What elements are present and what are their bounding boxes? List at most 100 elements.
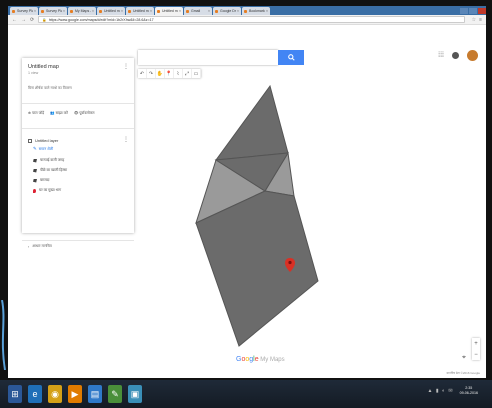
zoom-in-button[interactable]: + [474,341,478,347]
browser-window: Survey Plan - ...×Survey Plan - ...×My M… [8,6,486,378]
browser-tab[interactable]: Bookmarks × [242,7,270,15]
taskbar-app-paint[interactable]: ✎ [108,385,122,403]
layer-checkbox[interactable] [28,138,32,143]
url-input[interactable]: 🔒 https://www.google.com/maps/d/edit?mid… [38,16,465,23]
directions-icon[interactable]: ▭ [192,69,201,78]
tab-close-icon[interactable]: × [150,9,152,13]
polygon-main-house[interactable] [195,190,319,347]
tab-favicon-icon [215,9,218,13]
marker-icon [33,188,36,193]
tab-close-icon[interactable]: × [34,9,36,13]
panel-actions: ⊕ परत जोड़ें 👥 साझा करें 👁 पूर्वावलोकन [28,111,100,116]
taskbar-app-app[interactable]: ▣ [128,385,142,403]
taskbar-app-media[interactable]: ▶ [68,385,82,403]
chevron-right-icon: › [28,244,30,249]
tab-close-icon[interactable]: × [266,9,268,13]
layer-name[interactable]: Untitled layer [35,138,58,143]
feature-item[interactable]: चारपाई वाली जगह [33,158,64,163]
start-button[interactable]: ⊞ [8,385,22,403]
maximize-button[interactable] [469,7,477,14]
draw-line-icon[interactable]: ⌇ [174,69,183,78]
screen-edge-artifact [1,300,6,370]
tab-close-icon[interactable]: × [63,9,65,13]
browser-tab[interactable]: Untitled map× [97,7,125,15]
undo-icon[interactable]: ↶ [138,69,147,78]
tab-label: My Maps - ... [75,9,91,13]
zoom-out-button[interactable]: − [474,352,478,358]
search-button[interactable] [278,50,304,65]
address-bar: ← → ⟳ 🔒 https://www.google.com/maps/d/ed… [8,15,486,25]
browser-menu-icon[interactable]: ≡ [479,17,482,23]
style-paint-icon: ✎ [33,146,37,151]
browser-tab[interactable]: Untitled map× [126,7,154,15]
window-controls [459,6,486,15]
reload-icon[interactable]: ⟳ [30,17,34,23]
polygon-icon [33,168,37,173]
tab-close-icon[interactable]: × [208,9,210,13]
share-button[interactable]: 👥 साझा करें [50,111,68,116]
forward-icon[interactable]: → [21,17,26,23]
tab-label: Untitled map [104,9,120,13]
account-area: ⁞⁞⁞ [438,50,478,61]
clock[interactable]: 2:35 09-06-2016 [460,386,478,396]
tab-favicon-icon [244,9,247,13]
feature-item[interactable]: पीछे का खाली हिस्सा [33,168,67,173]
tab-close-icon[interactable]: × [179,9,181,13]
tab-label: Untitled map [133,9,149,13]
notifications-icon[interactable] [452,52,459,59]
tab-label: Survey Plan - ... [46,9,62,13]
map-title[interactable]: Untitled map [28,64,59,70]
tab-favicon-icon [128,9,131,13]
tab-label: Survey Plan - ... [17,9,33,13]
bookmark-star-icon[interactable]: ☆ [472,17,476,23]
redo-icon[interactable]: ↷ [147,69,156,78]
search-input[interactable] [138,50,278,65]
tab-label: Google Drive [220,9,236,13]
polygon-back-area[interactable] [214,84,289,161]
taskbar-app-chrome[interactable]: ◉ [48,385,62,403]
browser-tab[interactable]: Gmail × [184,7,212,15]
browser-tab[interactable]: Survey Plan - ...× [39,7,67,15]
map-description[interactable]: बिना शीर्षक वाले नक्शे का विवरण [28,86,72,91]
taskbar: ⊞ e ◉ ▶ ▤ ✎ ▣ [0,380,492,408]
back-icon[interactable]: ← [12,17,17,23]
map-legend-panel: Untitled map 1 view ⋮ बिना शीर्षक वाले न… [22,58,134,249]
measure-icon[interactable]: ⤢ [183,69,192,78]
my-location-icon[interactable]: ⌖ [462,354,466,362]
url-text: https://www.google.com/maps/d/edit?mid=1… [48,17,154,22]
hand-icon[interactable]: ✋ [156,69,165,78]
browser-tab[interactable]: Google Drive× [213,7,241,15]
feature-item[interactable]: बरामदा [33,178,49,183]
preview-button[interactable]: 👁 पूर्वावलोकन [74,111,95,116]
taskbar-app-ie[interactable]: e [28,385,42,403]
google-my-maps-logo: Google My Maps [236,356,285,363]
map-canvas[interactable]: ↶ ↷ ✋ 📍 ⌇ ⤢ ▭ ⁞⁞⁞ Untitled map 1 view ⋮ बिना श… [8,26,486,378]
avatar[interactable] [467,50,478,61]
tab-close-icon[interactable]: × [237,9,239,13]
clock-date: 09-06-2016 [459,391,478,395]
base-map-toggle[interactable]: › आधार मानचित्र [28,244,52,249]
map-toolbar: ↶ ↷ ✋ 📍 ⌇ ⤢ ▭ [138,69,201,78]
browser-tab[interactable]: Untitled map× [155,7,183,15]
tab-close-icon[interactable]: × [121,9,123,13]
add-layer-button[interactable]: ⊕ परत जोड़ें [28,111,44,116]
polygon-icon [33,158,37,163]
layer-options-icon[interactable]: ⋮ [123,136,129,143]
minimize-button[interactable] [460,7,468,14]
layer-header[interactable]: Untitled layer [28,138,58,143]
layer-style-link[interactable]: ✎ समान शैली [33,146,53,152]
add-marker-icon[interactable]: 📍 [165,69,174,78]
tray-icons[interactable]: ▲ ▮ ◐ ✉ [428,388,454,394]
apps-grid-icon[interactable]: ⁞⁞⁞ [438,52,444,59]
close-window-button[interactable] [478,7,486,14]
tab-favicon-icon [99,9,102,13]
tab-favicon-icon [41,9,44,13]
more-options-icon[interactable]: ⋮ [123,63,129,70]
feature-item[interactable]: घर का मुख्य भाग [33,188,61,193]
browser-tab[interactable]: Survey Plan - ...× [10,7,38,15]
taskbar-app-explorer[interactable]: ▤ [88,385,102,403]
tab-close-icon[interactable]: × [92,9,94,13]
tab-favicon-icon [12,9,15,13]
map-views: 1 view [28,71,39,75]
browser-tab[interactable]: My Maps - ...× [68,7,96,15]
